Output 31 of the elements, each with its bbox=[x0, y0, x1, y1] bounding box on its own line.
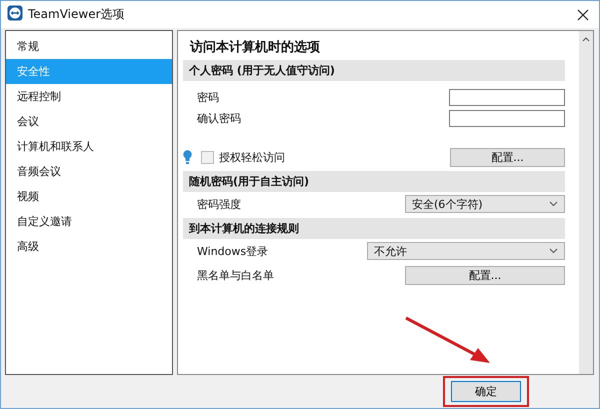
field-label: 密码 bbox=[197, 90, 219, 105]
sidebar-item[interactable]: 远程控制 bbox=[6, 84, 172, 109]
password-field[interactable] bbox=[449, 110, 565, 127]
sidebar-item[interactable]: 会议 bbox=[6, 109, 172, 134]
sidebar-item[interactable]: 常规 bbox=[6, 34, 172, 59]
dropdown[interactable]: 不允许 bbox=[367, 242, 565, 260]
field-label: 密码强度 bbox=[197, 196, 241, 212]
sidebar-item[interactable]: 计算机和联系人 bbox=[6, 134, 172, 159]
group-header: 到本计算机的连接规则 bbox=[183, 218, 565, 239]
configure-button[interactable]: 配置... bbox=[405, 266, 565, 284]
caret-icon bbox=[549, 201, 558, 207]
scrollbar[interactable] bbox=[579, 31, 593, 374]
dropdown[interactable]: 安全(6个字符) bbox=[405, 195, 565, 213]
sidebar-item[interactable]: 音频会议 bbox=[6, 159, 172, 184]
caret-icon bbox=[549, 248, 558, 254]
close-icon[interactable] bbox=[577, 8, 589, 20]
section-title: 访问本计算机时的选项 bbox=[188, 38, 321, 57]
field-label: 黑名单与白名单 bbox=[197, 268, 274, 282]
field-label: Windows登录 bbox=[197, 244, 268, 258]
password-field[interactable] bbox=[449, 89, 565, 106]
checkbox-label: 授权轻松访问 bbox=[219, 150, 285, 164]
sidebar-item[interactable]: 视频 bbox=[6, 184, 172, 209]
sidebar-item[interactable]: 自定义邀请 bbox=[6, 209, 172, 234]
group-header: 随机密码(用于自主访问) bbox=[183, 171, 565, 192]
lightbulb-icon bbox=[183, 150, 192, 164]
window-title: TeamViewer选项 bbox=[28, 6, 125, 23]
field-label: 确认密码 bbox=[197, 111, 241, 126]
ok-button[interactable]: 确定 bbox=[451, 381, 521, 402]
sidebar-item[interactable]: 高级 bbox=[6, 234, 172, 259]
group-header: 个人密码 (用于无人值守访问) bbox=[183, 60, 565, 81]
scroll-up-icon[interactable] bbox=[582, 37, 590, 42]
